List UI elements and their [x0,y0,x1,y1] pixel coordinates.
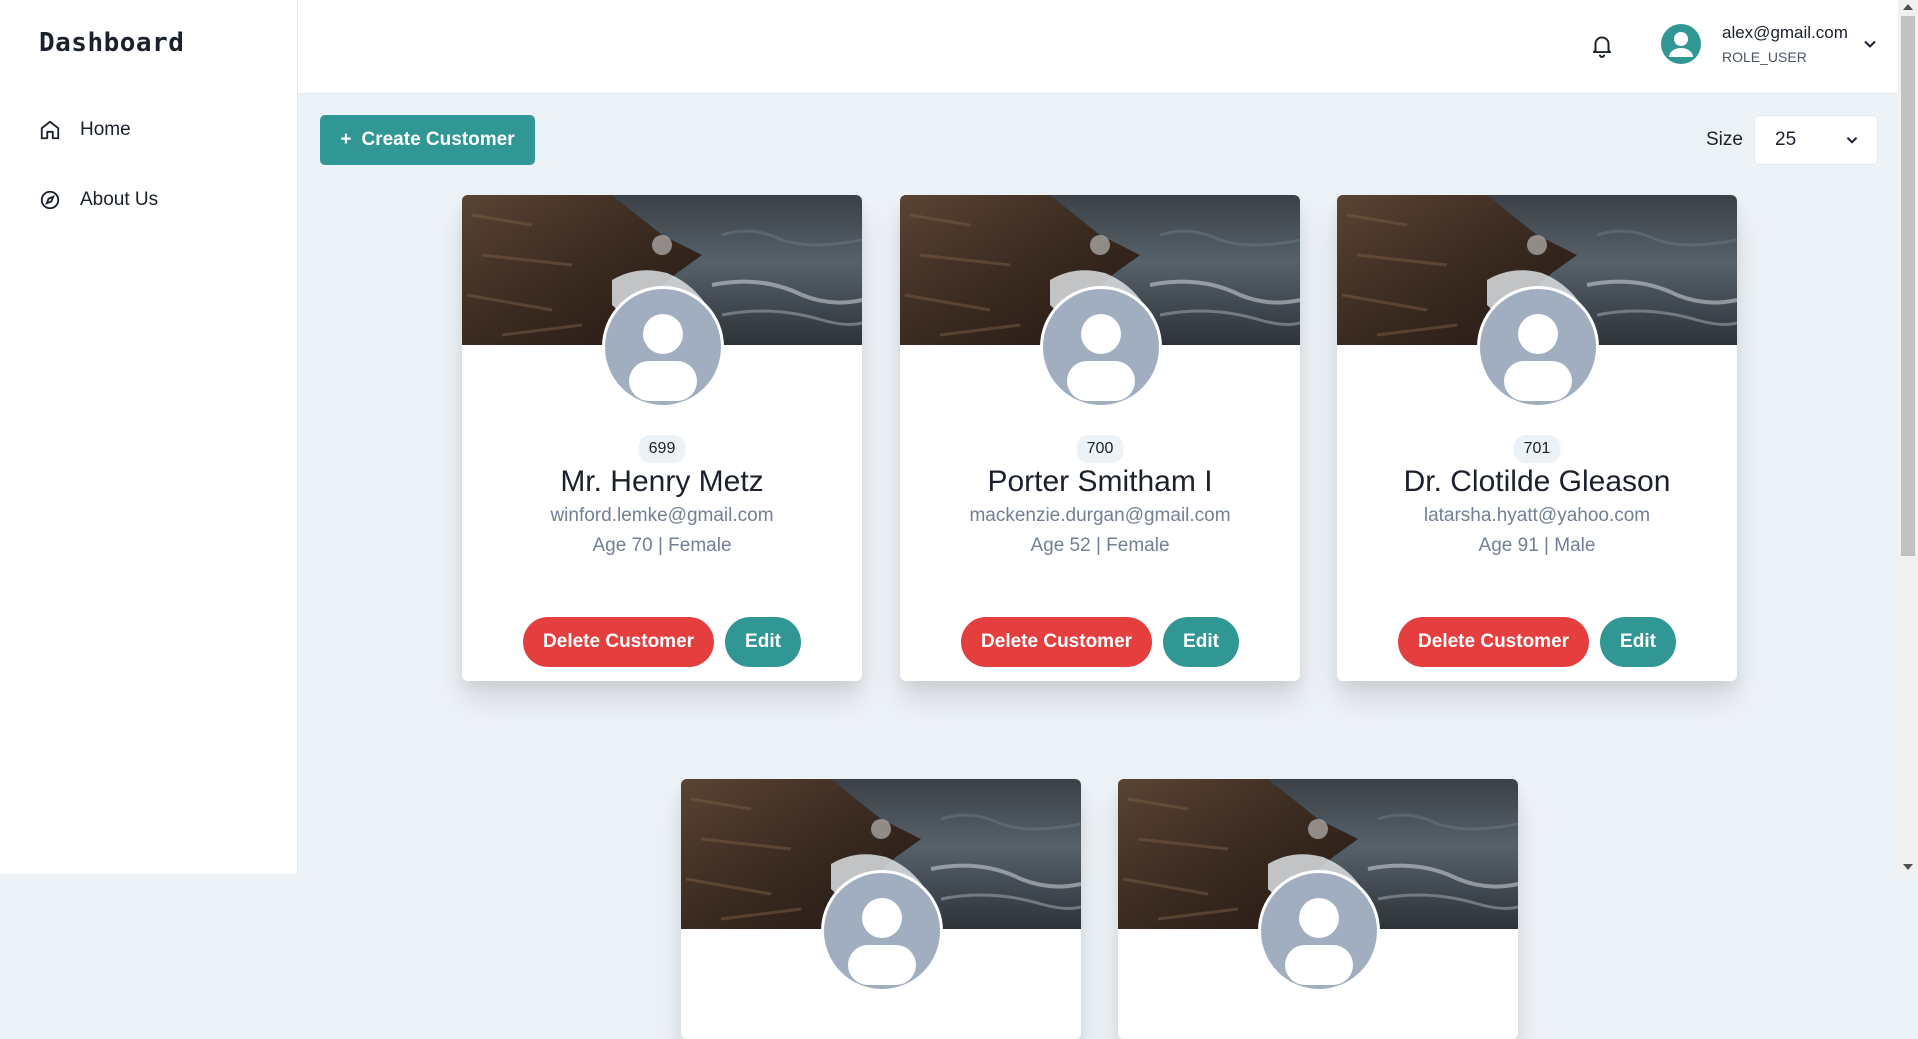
sidebar-item-about-us[interactable]: About Us [39,189,158,211]
chevron-down-icon [1846,137,1858,144]
delete-customer-button[interactable]: Delete Customer [523,617,715,667]
customer-email: winford.lemke@gmail.com [550,505,774,526]
customer-id-badge: 701 [1513,435,1561,463]
customer-id-badge: 699 [638,435,686,463]
customer-card [681,779,1081,1039]
customer-age-gender: Age 91 | Male [1478,535,1596,556]
user-role: ROLE_USER [1722,49,1807,65]
customer-avatar [602,286,724,408]
scroll-up-arrow[interactable] [1903,4,1913,10]
edit-customer-button[interactable]: Edit [1600,617,1676,667]
compass-icon [40,190,60,210]
customer-age-gender: Age 70 | Female [592,535,732,556]
plus-icon: + [340,129,352,150]
card-actions: Delete Customer Edit [900,617,1300,667]
customer-avatar [1258,870,1380,992]
create-customer-label: Create Customer [361,129,515,150]
home-icon [40,120,60,140]
edit-customer-button[interactable]: Edit [725,617,801,667]
size-select[interactable]: 25 [1754,115,1878,165]
delete-customer-button[interactable]: Delete Customer [961,617,1153,667]
customer-card: 701 Dr. Clotilde Gleason latarsha.hyatt@… [1337,195,1737,681]
customer-avatar [1040,286,1162,408]
edit-customer-button[interactable]: Edit [1163,617,1239,667]
customer-card: 700 Porter Smitham I mackenzie.durgan@gm… [900,195,1300,681]
scroll-down-arrow[interactable] [1903,864,1913,870]
size-label: Size [1706,129,1743,150]
size-value: 25 [1775,129,1797,150]
customer-card [1118,779,1518,1039]
customer-email: mackenzie.durgan@gmail.com [969,505,1231,526]
bell-icon[interactable] [1589,32,1615,58]
customer-age-gender: Age 52 | Female [1030,535,1170,556]
sidebar-item-label: About Us [80,189,159,210]
sidebar-item-home[interactable]: Home [39,119,131,141]
customer-avatar [1477,286,1599,408]
customer-email: latarsha.hyatt@yahoo.com [1423,505,1651,526]
customer-name: Porter Smitham I [987,465,1213,498]
sidebar: Dashboard Home About Us [0,0,298,874]
card-actions: Delete Customer Edit [462,617,862,667]
customer-avatar [821,870,943,992]
user-email[interactable]: alex@gmail.com [1722,23,1848,43]
delete-customer-button[interactable]: Delete Customer [1398,617,1590,667]
card-actions: Delete Customer Edit [1337,617,1737,667]
customer-name: Mr. Henry Metz [560,465,764,498]
scroll-thumb[interactable] [1901,16,1915,556]
customer-card: 699 Mr. Henry Metz winford.lemke@gmail.c… [462,195,862,681]
customer-id-badge: 700 [1076,435,1124,463]
user-avatar-icon[interactable] [1661,24,1701,64]
chevron-down-icon[interactable] [1860,34,1880,54]
create-customer-button[interactable]: + Create Customer [320,115,535,165]
customer-name: Dr. Clotilde Gleason [1403,465,1671,498]
top-bar [298,0,1898,94]
page-scrollbar[interactable] [1898,0,1918,874]
brand-title: Dashboard [39,28,185,58]
sidebar-item-label: Home [80,119,131,140]
